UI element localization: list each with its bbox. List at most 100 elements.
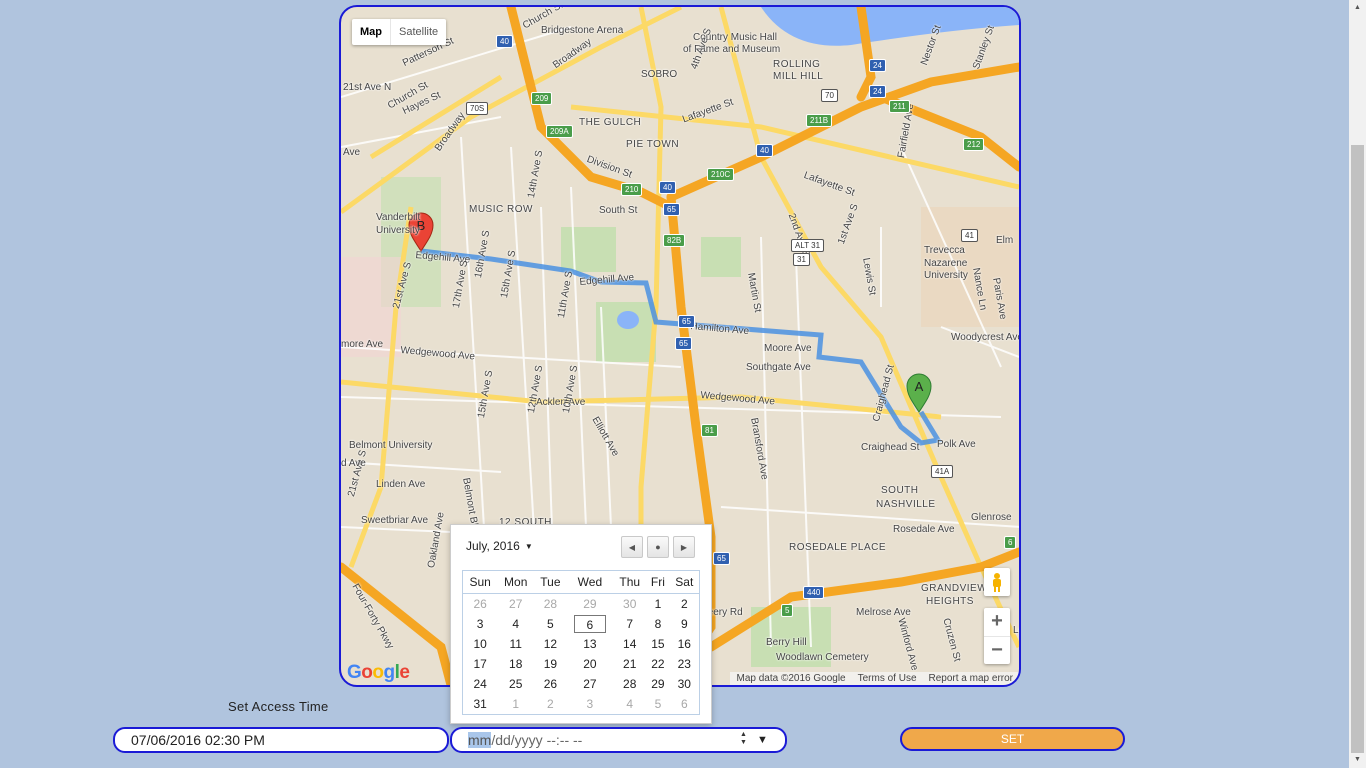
map-label: Lewis St	[860, 257, 878, 297]
calendar-day-label: 6	[680, 697, 688, 711]
calendar-day[interactable]: 29	[646, 674, 669, 694]
zoom-out-button[interactable]: −	[984, 636, 1010, 665]
map-label: 1st Ave S	[836, 202, 861, 246]
calendar-day[interactable]: 28	[534, 594, 566, 615]
triangle-right-icon: ▶	[680, 542, 688, 552]
calendar-day[interactable]: 18	[497, 654, 534, 674]
satellite-button[interactable]: Satellite	[391, 19, 446, 45]
calendar-nav[interactable]: ◀ ● ▶	[621, 536, 695, 558]
calendar-day[interactable]: 28	[613, 674, 646, 694]
calendar-day-label: 15	[651, 637, 665, 651]
access-time-input[interactable]: mm/dd/yyyy --:-- -- ▲ ▼ ▼	[450, 727, 787, 753]
calendar-day[interactable]: 16	[670, 634, 700, 654]
prev-month-button[interactable]: ◀	[621, 536, 643, 558]
calendar-day-label: 12	[543, 637, 558, 651]
calendar-day[interactable]: 17	[463, 654, 498, 674]
date-picker-popup[interactable]: July, 2016 ▼ ◀ ● ▶ Sun Mon Tue Wed Thu Fri Sat…	[450, 524, 712, 724]
calendar-day[interactable]: 2	[670, 594, 700, 615]
report-error-link[interactable]: Report a map error	[923, 672, 1019, 685]
calendar-day[interactable]: 25	[497, 674, 534, 694]
calendar-day[interactable]: 30	[613, 594, 646, 615]
month-segment[interactable]: mm	[468, 732, 492, 748]
calendar-day[interactable]: 13	[567, 634, 614, 654]
weekday-header: Wed	[566, 570, 614, 594]
calendar-day[interactable]: 5	[534, 614, 566, 634]
weekday-header: Sat	[669, 570, 700, 594]
calendar-day[interactable]: 23	[670, 654, 700, 674]
calendar-day[interactable]: 27	[567, 674, 614, 694]
page-scrollbar[interactable]: ▲ ▼	[1349, 0, 1366, 768]
highway-shield: 82B	[663, 234, 686, 247]
calendar-day[interactable]: 10	[463, 634, 498, 654]
calendar-day[interactable]: 3	[567, 694, 614, 715]
zoom-control[interactable]: + −	[984, 608, 1010, 664]
calendar-day[interactable]: 20	[567, 654, 614, 674]
calendar-day-label: 23	[677, 657, 691, 671]
calendar-day[interactable]: 26	[534, 674, 566, 694]
calendar-day[interactable]: 7	[613, 614, 646, 634]
scrollbar-thumb[interactable]	[1351, 145, 1364, 753]
calendar-day[interactable]: 14	[613, 634, 646, 654]
triangle-left-icon: ◀	[628, 542, 636, 552]
scroll-up-icon[interactable]: ▲	[1354, 4, 1361, 11]
zoom-in-button[interactable]: +	[984, 608, 1010, 636]
calendar-day[interactable]: 12	[534, 634, 566, 654]
current-access-time-field[interactable]: 07/06/2016 02:30 PM	[113, 727, 449, 753]
today-button[interactable]: ●	[647, 536, 669, 558]
spinner-icon[interactable]: ▲ ▼	[740, 731, 747, 747]
calendar-day[interactable]: 29	[567, 594, 614, 615]
calendar-day[interactable]: 22	[646, 654, 669, 674]
calendar-day-label: 4	[512, 617, 520, 631]
calendar-day[interactable]: 1	[497, 694, 534, 715]
calendar-day[interactable]: 15	[646, 634, 669, 654]
month-selector[interactable]: July, 2016 ▼	[466, 539, 533, 553]
calendar-day[interactable]: 6	[670, 694, 700, 715]
calendar-week-row: 26 27 28 29 30 1 2	[463, 594, 700, 615]
calendar-day[interactable]: 2	[534, 694, 566, 715]
map-button[interactable]: Map	[352, 19, 391, 45]
highway-shield: 65	[663, 203, 680, 216]
calendar-day[interactable]: 11	[497, 634, 534, 654]
calendar-day[interactable]: 9	[670, 614, 700, 634]
highway-shield: 70S	[466, 102, 489, 115]
map-label: Acklen Ave	[536, 397, 586, 408]
calendar-day[interactable]: 24	[463, 674, 498, 694]
calendar-day[interactable]: 6	[567, 614, 614, 634]
next-month-button[interactable]: ▶	[673, 536, 695, 558]
calendar-day[interactable]: 4	[497, 614, 534, 634]
calendar-day-label: 3	[586, 697, 594, 711]
terms-link[interactable]: Terms of Use	[852, 672, 923, 685]
calendar-day-label: 28	[623, 677, 637, 691]
calendar-day-label: 1	[654, 597, 662, 611]
calendar-day[interactable]: 3	[463, 614, 498, 634]
calendar-day[interactable]: 8	[646, 614, 669, 634]
map-label: Polk Ave	[937, 439, 976, 450]
caret-down-icon[interactable]: ▼	[525, 542, 533, 551]
street-view-pegman-icon[interactable]	[984, 568, 1010, 596]
calendar-day[interactable]: 4	[613, 694, 646, 715]
calendar-day[interactable]: 5	[646, 694, 669, 715]
highway-shield: 41	[961, 229, 978, 242]
calendar-day-label: 5	[654, 697, 662, 711]
calendar-day-label: 16	[677, 637, 691, 651]
map-type-control[interactable]: Map Satellite	[352, 19, 447, 45]
set-button[interactable]: SET	[900, 727, 1125, 751]
dropdown-arrow-icon[interactable]: ▼	[757, 729, 768, 752]
map-label: Nazarene	[924, 258, 968, 269]
map-label: Trevecca	[924, 245, 965, 256]
highway-shield: 41A	[931, 465, 954, 478]
map-label: Melrose Ave	[856, 607, 911, 618]
month-label[interactable]: July, 2016	[466, 539, 520, 553]
calendar-day[interactable]: 31	[463, 694, 498, 715]
calendar-day[interactable]: 1	[646, 594, 669, 615]
highway-shield: 65	[713, 552, 730, 565]
map-label: 14th Ave S	[526, 149, 546, 199]
scroll-down-icon[interactable]: ▼	[1354, 756, 1361, 763]
calendar-day[interactable]: 30	[670, 674, 700, 694]
map-label: Nestor St	[919, 23, 944, 67]
calendar-day[interactable]: 19	[534, 654, 566, 674]
weekday-header: Sun	[462, 570, 498, 594]
calendar-day[interactable]: 27	[497, 594, 534, 615]
calendar-day[interactable]: 26	[463, 594, 498, 615]
calendar-day[interactable]: 21	[613, 654, 646, 674]
